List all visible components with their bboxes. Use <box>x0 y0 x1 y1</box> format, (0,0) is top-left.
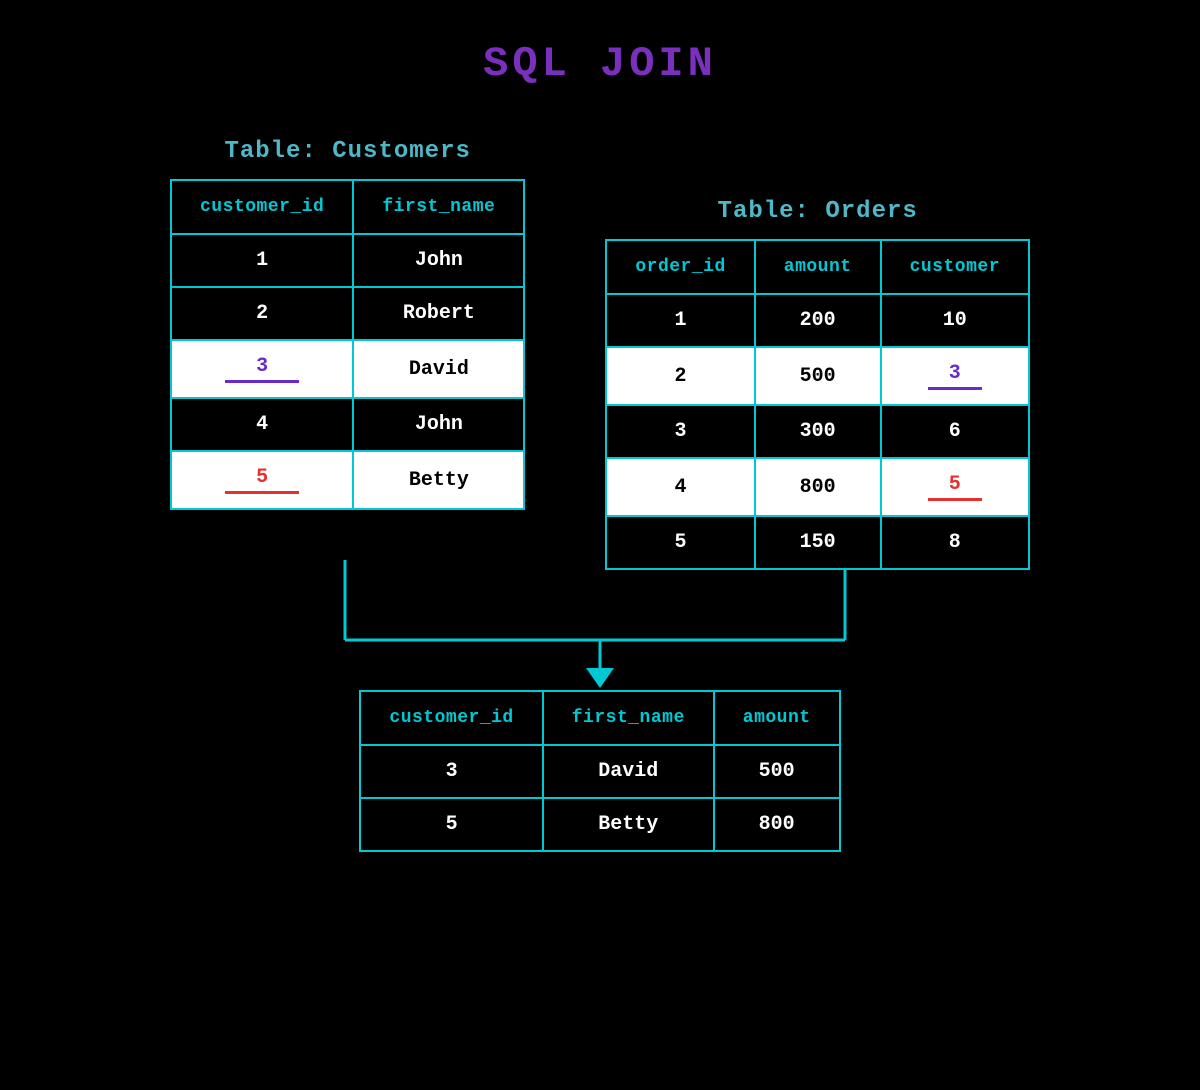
result-first-name-cell: David <box>543 745 714 798</box>
orders-table-label: Table: Orders <box>718 198 918 225</box>
table-row: 3David <box>171 340 524 398</box>
orders-header-row: order_id amount customer <box>606 240 1029 294</box>
first-name-cell: John <box>353 398 524 451</box>
table-row: 48005 <box>606 458 1029 516</box>
customer-ref-cell: 3 <box>881 347 1029 405</box>
result-col-amount: amount <box>714 691 840 745</box>
customer-id-cell: 1 <box>171 234 353 287</box>
result-amount-cell: 500 <box>714 745 840 798</box>
customers-col-first-name: first_name <box>353 180 524 234</box>
result-customer-id-cell: 5 <box>360 798 542 851</box>
customers-col-customer-id: customer_id <box>171 180 353 234</box>
connector-lines <box>150 560 1050 690</box>
first-name-cell: John <box>353 234 524 287</box>
amount-cell: 300 <box>755 405 881 458</box>
orders-col-order-id: order_id <box>606 240 754 294</box>
table-row: 33006 <box>606 405 1029 458</box>
customer-id-cell: 2 <box>171 287 353 340</box>
table-row: 2Robert <box>171 287 524 340</box>
customer-id-cell: 5 <box>171 451 353 509</box>
order-id-cell: 2 <box>606 347 754 405</box>
first-name-cell: Robert <box>353 287 524 340</box>
customer-ref-cell: 5 <box>881 458 1029 516</box>
orders-col-amount: amount <box>755 240 881 294</box>
orders-table: order_id amount customer 120010250033300… <box>605 239 1030 570</box>
customers-table: customer_id first_name 1John2Robert3Davi… <box>170 179 525 510</box>
amount-cell: 500 <box>755 347 881 405</box>
orders-col-customer: customer <box>881 240 1029 294</box>
table-row: 120010 <box>606 294 1029 347</box>
customer-ref-cell: 6 <box>881 405 1029 458</box>
result-header-row: customer_id first_name amount <box>360 691 839 745</box>
customer-id-cell: 4 <box>171 398 353 451</box>
orders-table-wrapper: Table: Orders order_id amount customer 1… <box>605 198 1030 570</box>
customers-table-wrapper: Table: Customers customer_id first_name … <box>170 138 525 510</box>
order-id-cell: 1 <box>606 294 754 347</box>
result-col-customer-id: customer_id <box>360 691 542 745</box>
result-section: customer_id first_name amount 3David5005… <box>359 690 840 852</box>
table-row: 1John <box>171 234 524 287</box>
customer-id-cell: 3 <box>171 340 353 398</box>
table-row: 3David500 <box>360 745 839 798</box>
result-first-name-cell: Betty <box>543 798 714 851</box>
customers-table-label: Table: Customers <box>224 138 470 165</box>
first-name-cell: Betty <box>353 451 524 509</box>
table-row: 5Betty800 <box>360 798 839 851</box>
result-customer-id-cell: 3 <box>360 745 542 798</box>
first-name-cell: David <box>353 340 524 398</box>
table-row: 5Betty <box>171 451 524 509</box>
order-id-cell: 4 <box>606 458 754 516</box>
page-title: SQL JOIN <box>483 40 717 88</box>
result-col-first-name: first_name <box>543 691 714 745</box>
order-id-cell: 3 <box>606 405 754 458</box>
table-row: 4John <box>171 398 524 451</box>
result-table: customer_id first_name amount 3David5005… <box>359 690 840 852</box>
customer-ref-cell: 10 <box>881 294 1029 347</box>
amount-cell: 200 <box>755 294 881 347</box>
customers-header-row: customer_id first_name <box>171 180 524 234</box>
amount-cell: 800 <box>755 458 881 516</box>
result-amount-cell: 800 <box>714 798 840 851</box>
table-row: 25003 <box>606 347 1029 405</box>
